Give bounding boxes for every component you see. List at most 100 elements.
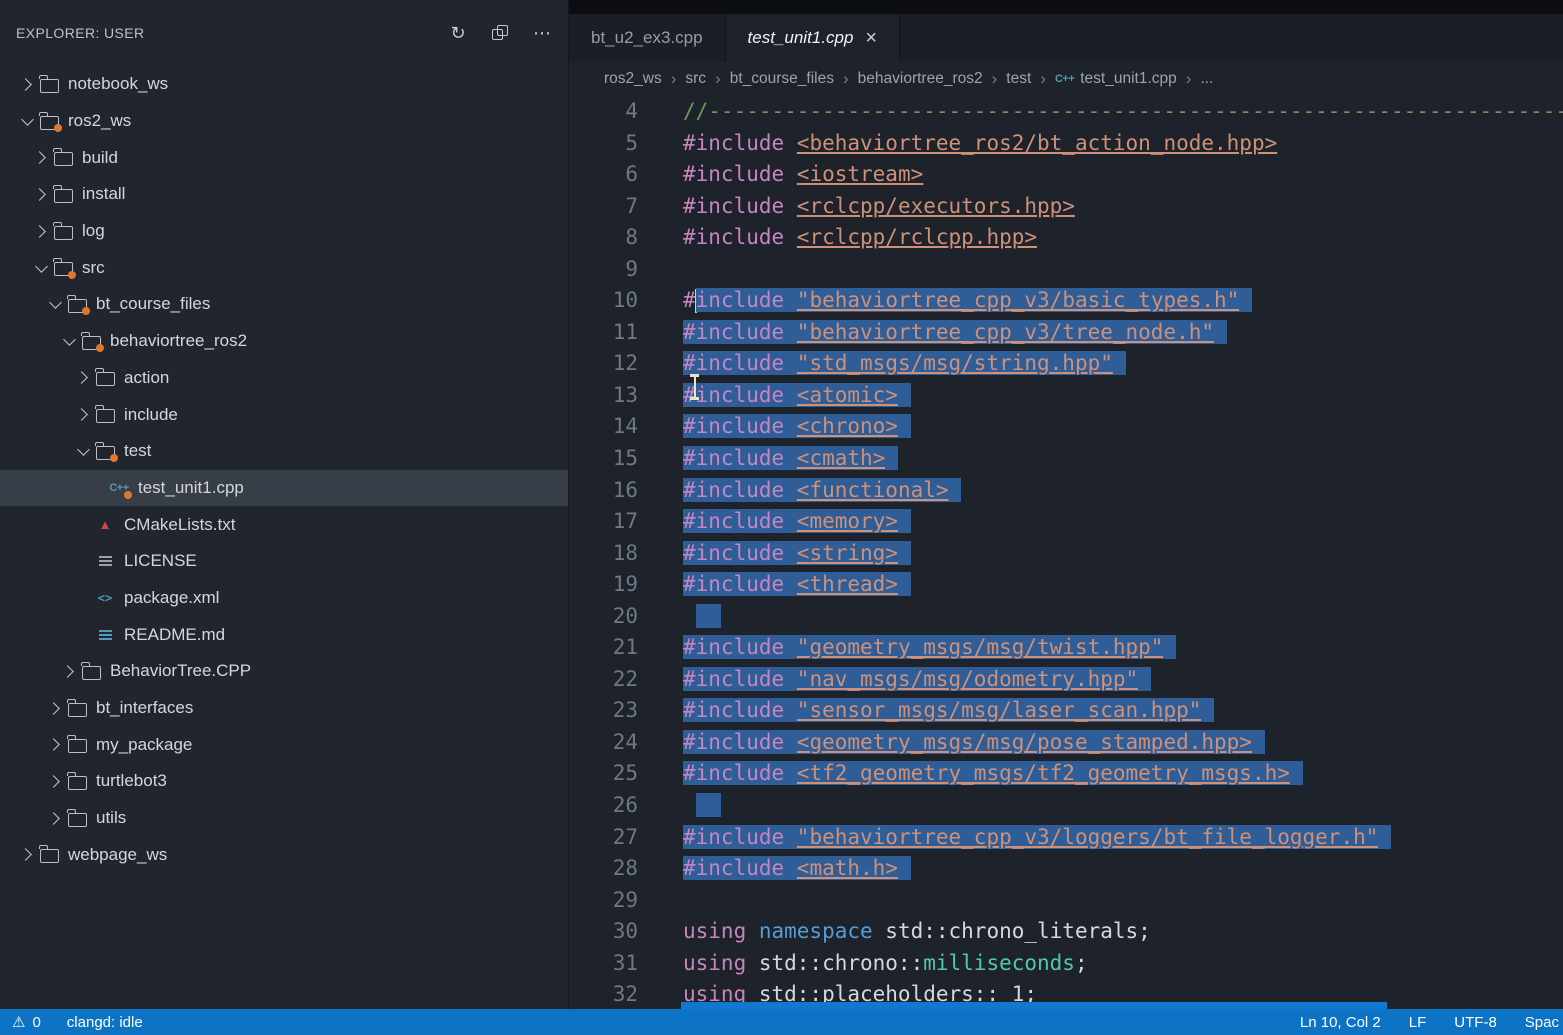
tree-item-test[interactable]: test bbox=[0, 433, 568, 470]
breadcrumb-symbol-ellipsis[interactable]: ... bbox=[1200, 70, 1213, 88]
tree-item-my_package[interactable]: my_package bbox=[0, 726, 568, 763]
line-number[interactable]: 20 bbox=[569, 601, 638, 633]
code-line[interactable]: 18#include <string> bbox=[569, 538, 1563, 570]
code-line[interactable]: 24#include <geometry_msgs/msg/pose_stamp… bbox=[569, 727, 1563, 759]
refresh-explorer-icon[interactable]: ↻ bbox=[448, 23, 468, 43]
code-line[interactable]: 7#include <rclcpp/executors.hpp> bbox=[569, 191, 1563, 223]
status-cursor-position[interactable]: Ln 10, Col 2 bbox=[1300, 1014, 1381, 1031]
tree-item-src[interactable]: src bbox=[0, 249, 568, 286]
tree-item-build[interactable]: build bbox=[0, 139, 568, 176]
line-number[interactable]: 21 bbox=[569, 632, 638, 664]
code-line[interactable]: 14#include <chrono> bbox=[569, 411, 1563, 443]
more-actions-icon[interactable]: ⋯ bbox=[532, 23, 552, 43]
line-number[interactable]: 23 bbox=[569, 695, 638, 727]
tree-item-package.xml[interactable]: <>package.xml bbox=[0, 580, 568, 617]
line-number[interactable]: 8 bbox=[569, 222, 638, 254]
tree-item-bt_interfaces[interactable]: bt_interfaces bbox=[0, 690, 568, 727]
code-line[interactable]: 30using namespace std::chrono_literals; bbox=[569, 916, 1563, 948]
line-number[interactable]: 25 bbox=[569, 758, 638, 790]
breadcrumb-item-test[interactable]: test bbox=[1006, 70, 1031, 88]
line-number[interactable]: 7 bbox=[569, 191, 638, 223]
line-number[interactable]: 27 bbox=[569, 822, 638, 854]
line-number[interactable]: 14 bbox=[569, 411, 638, 443]
tree-item-behaviortree_ros2[interactable]: behaviortree_ros2 bbox=[0, 323, 568, 360]
code-line[interactable]: 26 bbox=[569, 790, 1563, 822]
code-line[interactable]: 28#include <math.h> bbox=[569, 853, 1563, 885]
chevron-expanded-icon[interactable] bbox=[60, 332, 78, 350]
chevron-expanded-icon[interactable] bbox=[74, 442, 92, 460]
chevron-collapsed-icon[interactable] bbox=[32, 222, 50, 240]
code-line[interactable]: 4//-------------------------------------… bbox=[569, 96, 1563, 128]
code-line[interactable]: 22#include "nav_msgs/msg/odometry.hpp" bbox=[569, 664, 1563, 696]
chevron-collapsed-icon[interactable] bbox=[46, 772, 64, 790]
chevron-collapsed-icon[interactable] bbox=[46, 736, 64, 754]
chevron-collapsed-icon[interactable] bbox=[32, 149, 50, 167]
breadcrumb-file[interactable]: C++test_unit1.cpp bbox=[1055, 70, 1177, 88]
tree-item-BehaviorTree.CPP[interactable]: BehaviorTree.CPP bbox=[0, 653, 568, 690]
tree-item-notebook_ws[interactable]: notebook_ws bbox=[0, 66, 568, 103]
tree-item-include[interactable]: include bbox=[0, 396, 568, 433]
code-line[interactable]: 20 bbox=[569, 601, 1563, 633]
line-number[interactable]: 32 bbox=[569, 979, 638, 1009]
code-line[interactable]: 29 bbox=[569, 885, 1563, 917]
line-number[interactable]: 11 bbox=[569, 317, 638, 349]
line-number[interactable]: 12 bbox=[569, 348, 638, 380]
tree-item-turtlebot3[interactable]: turtlebot3 bbox=[0, 763, 568, 800]
line-number[interactable]: 4 bbox=[569, 96, 638, 128]
chevron-collapsed-icon[interactable] bbox=[46, 809, 64, 827]
line-number[interactable]: 18 bbox=[569, 538, 638, 570]
chevron-expanded-icon[interactable] bbox=[46, 295, 64, 313]
close-tab-icon[interactable]: × bbox=[865, 28, 877, 48]
line-number[interactable]: 10 bbox=[569, 285, 638, 317]
status-eol-sequence[interactable]: LF bbox=[1409, 1014, 1427, 1031]
line-number[interactable]: 13 bbox=[569, 380, 638, 412]
tree-item-CMakeLists.txt[interactable]: ▲CMakeLists.txt bbox=[0, 506, 568, 543]
tree-item-test_unit1.cpp[interactable]: C++test_unit1.cpp bbox=[0, 470, 568, 507]
code-line[interactable]: 15#include <cmath> bbox=[569, 443, 1563, 475]
status-encoding[interactable]: UTF-8 bbox=[1454, 1014, 1497, 1031]
chevron-collapsed-icon[interactable] bbox=[18, 75, 36, 93]
code-line[interactable]: 27#include "behaviortree_cpp_v3/loggers/… bbox=[569, 822, 1563, 854]
breadcrumb-item-behaviortree_ros2[interactable]: behaviortree_ros2 bbox=[858, 70, 983, 88]
tab-test_unit1.cpp[interactable]: test_unit1.cpp× bbox=[726, 14, 901, 62]
line-number[interactable]: 9 bbox=[569, 254, 638, 286]
tree-item-LICENSE[interactable]: LICENSE bbox=[0, 543, 568, 580]
code-line[interactable]: 21#include "geometry_msgs/msg/twist.hpp" bbox=[569, 632, 1563, 664]
line-number[interactable]: 29 bbox=[569, 885, 638, 917]
code-line[interactable]: 10#include "behaviortree_cpp_v3/basic_ty… bbox=[569, 285, 1563, 317]
line-number[interactable]: 30 bbox=[569, 916, 638, 948]
collapse-folders-icon[interactable] bbox=[490, 23, 510, 43]
tree-item-log[interactable]: log bbox=[0, 213, 568, 250]
breadcrumb-item-src[interactable]: src bbox=[685, 70, 706, 88]
line-number[interactable]: 17 bbox=[569, 506, 638, 538]
line-number[interactable]: 22 bbox=[569, 664, 638, 696]
tree-item-action[interactable]: action bbox=[0, 360, 568, 397]
problems-indicator[interactable]: ⚠ 0 bbox=[12, 1013, 41, 1031]
code-line[interactable]: 12#include "std_msgs/msg/string.hpp" bbox=[569, 348, 1563, 380]
chevron-collapsed-icon[interactable] bbox=[74, 369, 92, 387]
chevron-collapsed-icon[interactable] bbox=[32, 185, 50, 203]
chevron-collapsed-icon[interactable] bbox=[46, 699, 64, 717]
breadcrumb-item-bt_course_files[interactable]: bt_course_files bbox=[730, 70, 834, 88]
code-line[interactable]: 11#include "behaviortree_cpp_v3/tree_nod… bbox=[569, 317, 1563, 349]
tree-item-install[interactable]: install bbox=[0, 176, 568, 213]
clangd-status[interactable]: clangd: idle bbox=[67, 1014, 143, 1031]
chevron-collapsed-icon[interactable] bbox=[60, 662, 78, 680]
tree-item-README.md[interactable]: README.md bbox=[0, 616, 568, 653]
code-line[interactable]: 17#include <memory> bbox=[569, 506, 1563, 538]
code-line[interactable]: 9 bbox=[569, 254, 1563, 286]
chevron-expanded-icon[interactable] bbox=[32, 259, 50, 277]
breadcrumb-item-ros2_ws[interactable]: ros2_ws bbox=[604, 70, 662, 88]
line-number[interactable]: 28 bbox=[569, 853, 638, 885]
line-number[interactable]: 31 bbox=[569, 948, 638, 980]
code-line[interactable]: 13#include <atomic> bbox=[569, 380, 1563, 412]
line-number[interactable]: 19 bbox=[569, 569, 638, 601]
chevron-expanded-icon[interactable] bbox=[18, 112, 36, 130]
line-number[interactable]: 24 bbox=[569, 727, 638, 759]
tree-item-ros2_ws[interactable]: ros2_ws bbox=[0, 103, 568, 140]
code-line[interactable]: 31using std::chrono::milliseconds; bbox=[569, 948, 1563, 980]
code-line[interactable]: 5#include <behaviortree_ros2/bt_action_n… bbox=[569, 128, 1563, 160]
status-indentation[interactable]: Spac bbox=[1525, 1014, 1559, 1031]
code-line[interactable]: 8#include <rclcpp/rclcpp.hpp> bbox=[569, 222, 1563, 254]
line-number[interactable]: 16 bbox=[569, 475, 638, 507]
